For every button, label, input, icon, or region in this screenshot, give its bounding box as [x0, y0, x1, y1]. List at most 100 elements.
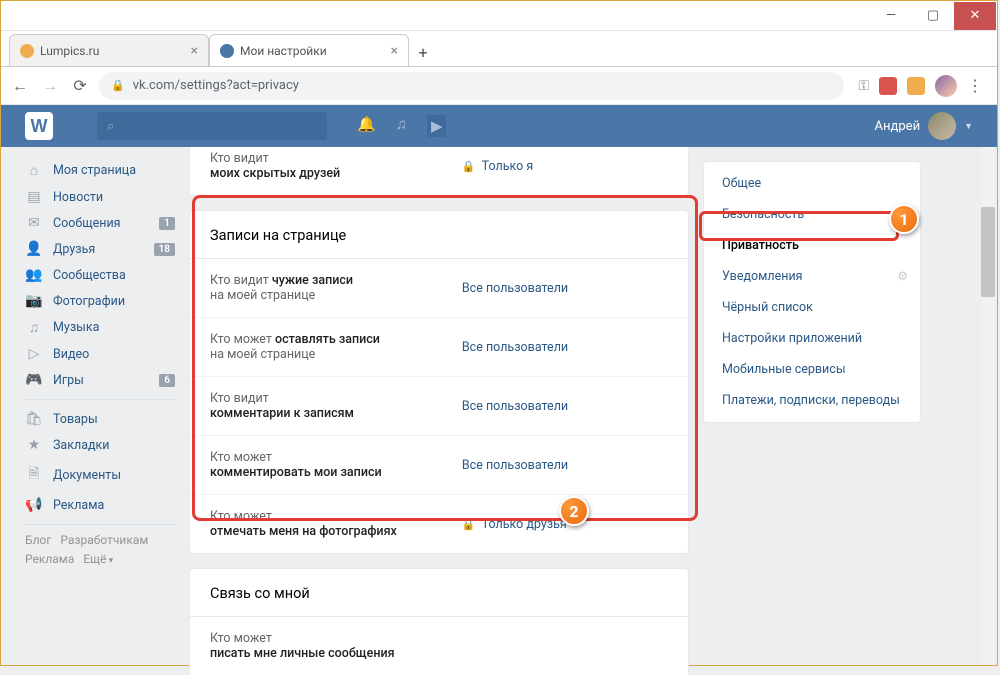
- new-tab-button[interactable]: +: [409, 43, 437, 66]
- nav-market[interactable]: 🛍 Товары: [25, 406, 175, 432]
- nav-docs[interactable]: 🗎Документы: [25, 458, 175, 492]
- footer-links: Блог Разработчикам Реклама Ещё: [25, 531, 175, 569]
- setting-row: Кто можетписать мне личные сообщения: [190, 617, 688, 675]
- lock-icon: 🔒: [462, 518, 476, 531]
- url-text: vk.com/settings?act=privacy: [133, 78, 299, 93]
- vk-search-input[interactable]: ⌕: [97, 112, 327, 140]
- key-icon[interactable]: ⚿: [858, 78, 869, 94]
- nav-label: Друзья: [53, 242, 95, 257]
- settings-content: Кто видит моих скрытых друзей 🔒 Только я…: [189, 147, 689, 665]
- avatar: [928, 112, 956, 140]
- setting-value[interactable]: Все пользователи: [462, 340, 568, 355]
- window-titlebar: — ▢ ✕: [1, 1, 997, 31]
- nav-label: Закладки: [53, 438, 110, 453]
- photo-icon: 📷: [25, 293, 43, 309]
- setting-label: Кто может оставлять записина моей страни…: [210, 332, 462, 362]
- setting-value[interactable]: 🔒Только друзья: [462, 517, 567, 532]
- setting-label: Кто можетотмечать меня на фотографиях: [210, 509, 462, 539]
- side-notifications[interactable]: Уведомления⚙: [704, 261, 920, 292]
- setting-row: Кто можетотмечать меня на фотографиях 🔒Т…: [190, 495, 688, 553]
- nav-label: Видео: [53, 347, 89, 362]
- win-close[interactable]: ✕: [954, 2, 996, 30]
- separator: [25, 399, 175, 400]
- nav-video[interactable]: ▷ Видео: [25, 341, 175, 367]
- setting-label: Кто видит чужие записина моей странице: [210, 273, 462, 303]
- setting-row: Кто можеткомментировать мои записи Все п…: [190, 436, 688, 495]
- side-privacy[interactable]: Приватность: [704, 230, 920, 261]
- setting-label: Кто можеткомментировать мои записи: [210, 450, 462, 480]
- lock-icon: 🔒: [111, 79, 125, 92]
- extension-icon-1[interactable]: [879, 77, 897, 95]
- nav-bookmarks[interactable]: ★Закладки: [25, 432, 175, 458]
- tab-strip: Lumpics.ru × Мои настройки × +: [1, 31, 997, 67]
- card-wall-posts: Записи на странице Кто видит чужие запис…: [189, 210, 689, 554]
- tab-close-icon[interactable]: ×: [391, 43, 398, 59]
- nav-my-page[interactable]: ⌂Моя страница: [25, 157, 175, 184]
- music-icon[interactable]: ♫: [396, 115, 407, 137]
- search-icon: ⌕: [107, 119, 114, 134]
- ads-icon: 📢: [25, 497, 43, 513]
- tab-close-icon[interactable]: ×: [191, 43, 198, 59]
- side-apps[interactable]: Настройки приложений: [704, 323, 920, 354]
- vk-header: W ⌕ 🔔 ♫ ▶ Андрей ▼: [1, 105, 997, 147]
- nav-groups[interactable]: 👥 Сообщества: [25, 262, 175, 288]
- browser-tab-vk[interactable]: Мои настройки ×: [209, 34, 409, 66]
- setting-value[interactable]: Все пользователи: [462, 458, 568, 473]
- extension-icon-2[interactable]: [907, 77, 925, 95]
- lock-icon: 🔒: [462, 160, 476, 173]
- vk-logo[interactable]: W: [25, 112, 53, 140]
- market-icon: 🛍: [25, 411, 43, 427]
- side-mobile[interactable]: Мобильные сервисы: [704, 354, 920, 385]
- side-general[interactable]: Общее: [704, 168, 920, 199]
- side-blacklist[interactable]: Чёрный список: [704, 292, 920, 323]
- url-field[interactable]: 🔒 vk.com/settings?act=privacy: [99, 72, 844, 100]
- separator: [25, 524, 175, 525]
- nav-games[interactable]: 🎮Игры6: [25, 367, 175, 393]
- settings-side-menu: Общее Безопасность Приватность Уведомлен…: [703, 161, 921, 423]
- nav-photos[interactable]: 📷Фотографии: [25, 288, 175, 314]
- setting-value[interactable]: Все пользователи: [462, 281, 568, 296]
- gear-icon[interactable]: ⚙: [897, 269, 908, 283]
- setting-label: Кто видиткомментарии к записям: [210, 391, 462, 421]
- username: Андрей: [875, 119, 921, 134]
- nav-forward[interactable]: →: [39, 75, 61, 97]
- nav-label: Сообщества: [53, 268, 126, 283]
- card-contact: Связь со мной Кто можетписать мне личные…: [189, 568, 689, 675]
- nav-label: Товары: [53, 412, 98, 427]
- nav-back[interactable]: ←: [9, 75, 31, 97]
- nav-reload[interactable]: ⟳: [69, 75, 91, 97]
- notifications-icon[interactable]: 🔔: [357, 115, 376, 137]
- footer-ads[interactable]: Реклама: [25, 552, 74, 566]
- nav-ads[interactable]: 📢Реклама: [25, 492, 175, 518]
- nav-music[interactable]: ♫Музыка: [25, 314, 175, 341]
- setting-row: Кто видиткомментарии к записям Все польз…: [190, 377, 688, 436]
- news-icon: ▤: [25, 189, 43, 205]
- nav-friends[interactable]: 👤Друзья18: [25, 236, 175, 262]
- vk-user-menu[interactable]: Андрей ▼: [875, 112, 973, 140]
- win-minimize[interactable]: —: [870, 2, 912, 30]
- annotation-badge-2: 2: [559, 496, 589, 526]
- setting-value[interactable]: Все пользователи: [462, 399, 568, 414]
- nav-messages[interactable]: ✉Сообщения1: [25, 210, 175, 236]
- nav-label: Моя страница: [53, 163, 136, 178]
- side-payments[interactable]: Платежи, подписки, переводы: [704, 385, 920, 416]
- side-security[interactable]: Безопасность: [704, 199, 920, 230]
- browser-menu-icon[interactable]: ⋮: [967, 76, 983, 95]
- scrollbar-thumb[interactable]: [981, 207, 995, 297]
- play-icon[interactable]: ▶: [427, 115, 447, 137]
- footer-blog[interactable]: Блог: [25, 533, 51, 547]
- browser-tab-lumpics[interactable]: Lumpics.ru ×: [9, 34, 209, 66]
- setting-label: Кто можетписать мне личные сообщения: [210, 631, 462, 661]
- favicon-vk: [220, 44, 234, 58]
- groups-icon: 👥: [25, 267, 43, 283]
- setting-value[interactable]: 🔒 Только я: [462, 159, 533, 174]
- profile-avatar[interactable]: [935, 75, 957, 97]
- nav-news[interactable]: ▤Новости: [25, 184, 175, 210]
- doc-icon: 🗎: [25, 463, 43, 487]
- badge: 18: [154, 243, 175, 256]
- nav-label: Сообщения: [53, 216, 121, 231]
- win-maximize[interactable]: ▢: [912, 2, 954, 30]
- video-icon: ▷: [25, 346, 43, 362]
- footer-more[interactable]: Ещё: [83, 552, 113, 566]
- footer-devs[interactable]: Разработчикам: [60, 533, 148, 547]
